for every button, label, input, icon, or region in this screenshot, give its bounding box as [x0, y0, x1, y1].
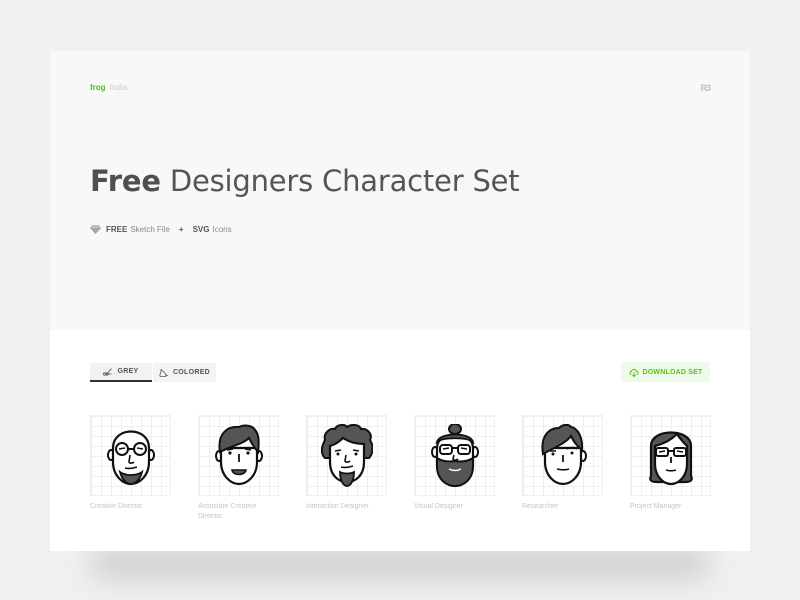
svg-label: SVG — [192, 225, 210, 234]
main-card: frog India R3 Free Designers Character S… — [50, 51, 750, 551]
download-set-button[interactable]: DOWNLOAD SET — [621, 362, 710, 382]
brand-region: India — [109, 83, 128, 92]
grey-brush-icon — [103, 367, 113, 376]
sketch-file-text: Sketch File — [130, 225, 170, 234]
character-tile — [414, 415, 495, 496]
card-shadow — [90, 548, 710, 578]
subtitle-line: FREE Sketch File + SVG Icons — [90, 225, 232, 234]
curly-hair-beard-avatar-icon — [321, 424, 373, 487]
character-card[interactable]: Associate Creative Director — [198, 415, 279, 522]
title-bold: Free — [90, 164, 161, 198]
partner-logo[interactable]: R3 — [700, 83, 710, 93]
bald-glasses-goatee-avatar-icon — [107, 430, 155, 486]
character-tile — [90, 415, 171, 496]
character-tile — [306, 415, 387, 496]
character-name: Project Manager — [630, 503, 682, 510]
free-label: FREE — [106, 225, 128, 234]
character-card[interactable]: Interaction Designer — [306, 415, 387, 512]
brand-name: frog — [90, 83, 106, 92]
tab-colored[interactable]: COLORED — [153, 363, 216, 382]
icons-text: Icons — [212, 225, 232, 234]
character-name: Interaction Designer — [306, 503, 369, 510]
paint-bucket-icon — [159, 368, 168, 377]
character-tile — [630, 415, 711, 496]
topknot-glasses-full-beard-avatar-icon — [431, 424, 479, 488]
side-fringe-avatar-icon — [541, 424, 587, 486]
character-tile — [198, 415, 279, 496]
long-hair-glasses-woman-avatar-icon — [649, 431, 693, 486]
tab-grey-label: GREY — [117, 368, 139, 375]
title-rest: Designers Character Set — [169, 164, 520, 198]
character-card[interactable]: Visual Designer — [414, 415, 495, 512]
download-set-label: DOWNLOAD SET — [642, 368, 703, 376]
short-hair-open-mouth-avatar-icon — [215, 424, 263, 486]
character-card[interactable]: Project Manager — [630, 415, 711, 512]
character-name: Creative Director — [90, 503, 143, 510]
character-card[interactable]: Researcher — [522, 415, 603, 512]
character-tile — [522, 415, 603, 496]
hero-section: frog India R3 Free Designers Character S… — [50, 51, 750, 330]
style-tabs: GREY COLORED — [90, 363, 216, 382]
tab-grey[interactable]: GREY — [90, 363, 152, 382]
page-title: Free Designers Character Set — [90, 164, 520, 198]
brand-logo[interactable]: frog India — [90, 83, 127, 92]
sketch-diamond-icon — [90, 225, 101, 234]
cloud-download-icon — [629, 368, 638, 377]
character-name: Visual Designer — [414, 503, 463, 510]
plus-sign: + — [178, 225, 184, 234]
character-name: Associate Creative Director — [198, 503, 257, 520]
character-name: Researcher — [522, 503, 559, 510]
tab-colored-label: COLORED — [172, 369, 211, 376]
character-card[interactable]: Creative Director — [90, 415, 171, 512]
